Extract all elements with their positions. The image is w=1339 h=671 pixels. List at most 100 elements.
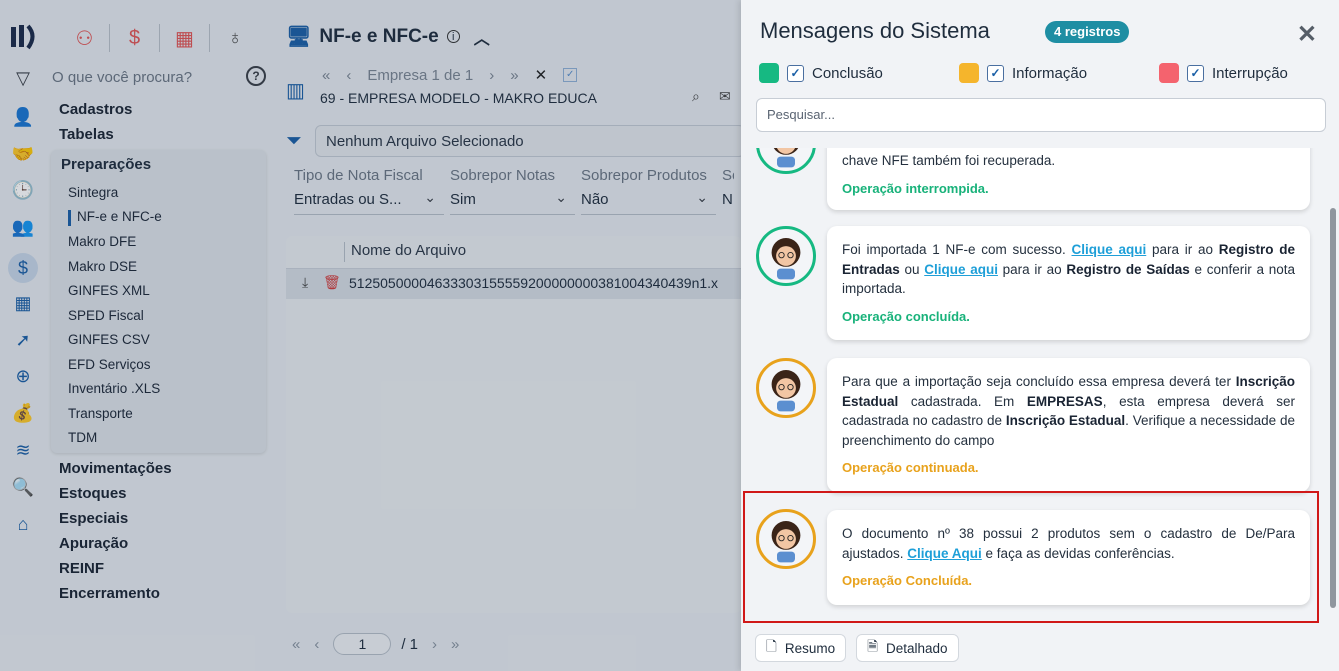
prev-icon[interactable]: ‹ — [346, 67, 351, 84]
submenu-item-makro-dfe[interactable]: Makro DFE — [68, 234, 136, 249]
legend-interrupcao[interactable]: ✓ Interrupção — [1159, 63, 1288, 83]
prev-page-icon[interactable]: ‹ — [314, 636, 319, 653]
chevron-down-icon[interactable]: ⌄ — [696, 189, 708, 206]
download-icon[interactable]: ⤓ — [302, 274, 308, 291]
text: para ir ao — [997, 261, 1067, 277]
field-sobrepor-notas[interactable]: Sobrepor Notas Sim ⌄ — [450, 167, 575, 215]
menu-cadastros[interactable]: Cadastros — [59, 100, 269, 125]
handshake-icon[interactable]: 🤝 — [11, 142, 35, 166]
help-icon[interactable]: ? — [246, 66, 266, 86]
last-page-icon[interactable]: » — [451, 636, 459, 653]
records-badge: 4 registros — [1045, 21, 1130, 43]
mail-icon[interactable]: ✉ — [719, 88, 731, 105]
submenu-header[interactable]: Preparações — [61, 156, 151, 173]
submenu-item-sped-fiscal[interactable]: SPED Fiscal — [68, 308, 144, 323]
globe-icon[interactable]: ⊕ — [11, 364, 35, 388]
cursor-icon[interactable]: ➚ — [11, 328, 35, 352]
text: cadastrada. Em — [898, 393, 1027, 409]
chevron-up-icon[interactable]: ︿ — [474, 25, 490, 49]
message-text: chave NFE também foi recuperada. — [842, 153, 1056, 168]
submenu-item-transporte[interactable]: Transporte — [68, 406, 133, 421]
legend-conclusao[interactable]: ✓ Conclusão — [759, 63, 883, 83]
first-icon[interactable]: « — [322, 67, 330, 84]
check-icon[interactable]: ✓ — [563, 68, 578, 82]
dollar-icon[interactable]: $ — [8, 253, 38, 283]
sidebar-search-placeholder: O que você procura? — [52, 68, 193, 86]
submenu-item-inventario[interactable]: Inventário .XLS — [68, 381, 160, 396]
message-card-3: Para que a importação seja concluído ess… — [827, 358, 1310, 492]
people-icon[interactable]: 👥 — [11, 215, 35, 239]
search-small-icon[interactable]: ⌕ — [692, 88, 700, 105]
clock-icon[interactable]: 🕒 — [11, 178, 35, 202]
menu-movimentacoes[interactable]: Movimentações — [59, 459, 172, 484]
field-tipo-nota[interactable]: Tipo de Nota Fiscal Entradas ou S... ⌄ — [294, 167, 444, 215]
checkbox-informacao[interactable]: ✓ — [987, 64, 1004, 82]
first-page-icon[interactable]: « — [292, 636, 300, 653]
close-x-icon[interactable]: ✕ — [535, 66, 548, 84]
trash-icon[interactable]: 🗑 — [323, 274, 341, 291]
search-icon[interactable]: 🔍 — [11, 475, 35, 499]
message-card-2: Foi importada 1 NF-e com sucesso. Clique… — [827, 226, 1310, 340]
menu-estoques[interactable]: Estoques — [59, 484, 172, 509]
menu-apuracao[interactable]: Apuração — [59, 534, 172, 559]
green-swatch — [759, 63, 779, 83]
page-input[interactable]: 1 — [333, 633, 392, 655]
document-lines-icon: 🗎 — [867, 638, 878, 654]
link-clique-aqui-saidas[interactable]: Clique aqui — [924, 262, 998, 277]
calculator-icon[interactable]: ▦ — [11, 291, 35, 315]
checkbox-conclusao[interactable]: ✓ — [787, 64, 804, 82]
submenu-item-ginfes-xml[interactable]: GINFES XML — [68, 283, 150, 298]
next-icon[interactable]: › — [489, 67, 494, 84]
menu-reinf[interactable]: REINF — [59, 559, 172, 584]
money-bag-gray-icon[interactable]: ♁ — [210, 24, 260, 52]
detalhado-label: Detalhado — [886, 640, 948, 656]
info-icon[interactable]: i — [446, 30, 460, 43]
field-value: N — [722, 191, 733, 208]
sidebar-search[interactable]: O que você procura? — [14, 66, 268, 88]
dollar-sign-icon[interactable]: $ — [110, 24, 160, 52]
next-page-icon[interactable]: › — [432, 636, 437, 653]
resumo-button[interactable]: 🗋 Resumo — [755, 634, 847, 662]
message-card-4: O documento nº 38 possui 2 produtos sem … — [827, 510, 1310, 605]
empresa-counter: Empresa 1 de 1 — [367, 66, 474, 84]
submenu-item-nfe[interactable]: NF-e e NFC-e — [77, 209, 162, 224]
calculator-red-icon[interactable]: ▦ — [160, 24, 210, 52]
field-sobrepor-produtos[interactable]: Sobrepor Produtos Não ⌄ — [581, 167, 716, 215]
messages-scrollbar[interactable] — [1329, 148, 1339, 622]
submenu-item-tdm[interactable]: TDM — [68, 430, 97, 445]
close-icon[interactable]: ✕ — [1297, 20, 1317, 49]
menu-especiais[interactable]: Especiais — [59, 509, 172, 534]
text: Foi importada 1 NF-e com sucesso. — [842, 242, 1072, 257]
detalhado-button[interactable]: 🗎 Detalhado — [856, 634, 959, 662]
field-truncated[interactable]: So N — [722, 167, 734, 215]
chevron-down-icon[interactable]: ⌄ — [424, 189, 436, 206]
field-value: Entradas ou S... — [294, 191, 402, 208]
table-row[interactable]: ⤓ 🗑 512505000046333031555592000000003810… — [286, 269, 741, 299]
submenu-item-makro-dse[interactable]: Makro DSE — [68, 259, 137, 274]
submenu-item-sintegra[interactable]: Sintegra — [68, 185, 118, 200]
funnel-icon[interactable]: ⏷ — [286, 130, 302, 153]
checkbox-interrupcao[interactable]: ✓ — [1187, 64, 1204, 82]
menu-encerramento[interactable]: Encerramento — [59, 584, 172, 609]
selected-indicator — [68, 210, 71, 226]
people-group-icon[interactable]: ⚇ — [60, 24, 110, 52]
last-icon[interactable]: » — [510, 67, 518, 84]
users-settings-icon[interactable]: 👤 — [11, 105, 35, 129]
legend-informacao[interactable]: ✓ Informação — [959, 63, 1087, 83]
submenu-item-ginfes-csv[interactable]: GINFES CSV — [68, 332, 150, 347]
file-selector[interactable]: Nenhum Arquivo Selecionado — [315, 125, 745, 157]
link-clique-aqui[interactable]: Clique Aqui — [907, 546, 982, 561]
text: e faça as devidas conferências. — [981, 545, 1175, 561]
messages-search-input[interactable]: Pesquisar... — [756, 98, 1326, 132]
submenu-item-efd-servicos[interactable]: EFD Serviços — [68, 357, 151, 372]
message-status: Operação Concluída. — [842, 573, 973, 588]
avatar — [756, 148, 816, 174]
layers-icon[interactable]: ≋ — [11, 438, 35, 462]
money-bag-icon[interactable]: 💰 — [11, 401, 35, 425]
home-icon[interactable]: ⌂ — [11, 512, 35, 536]
page-title: NF-e e NFC-e — [319, 25, 439, 47]
menu-tabelas[interactable]: Tabelas — [59, 125, 269, 150]
chevron-down-icon[interactable]: ⌄ — [555, 189, 567, 206]
link-clique-aqui-entradas[interactable]: Clique aqui — [1072, 242, 1147, 257]
grid-pager: « ‹ 1 / 1 › » — [292, 633, 459, 655]
